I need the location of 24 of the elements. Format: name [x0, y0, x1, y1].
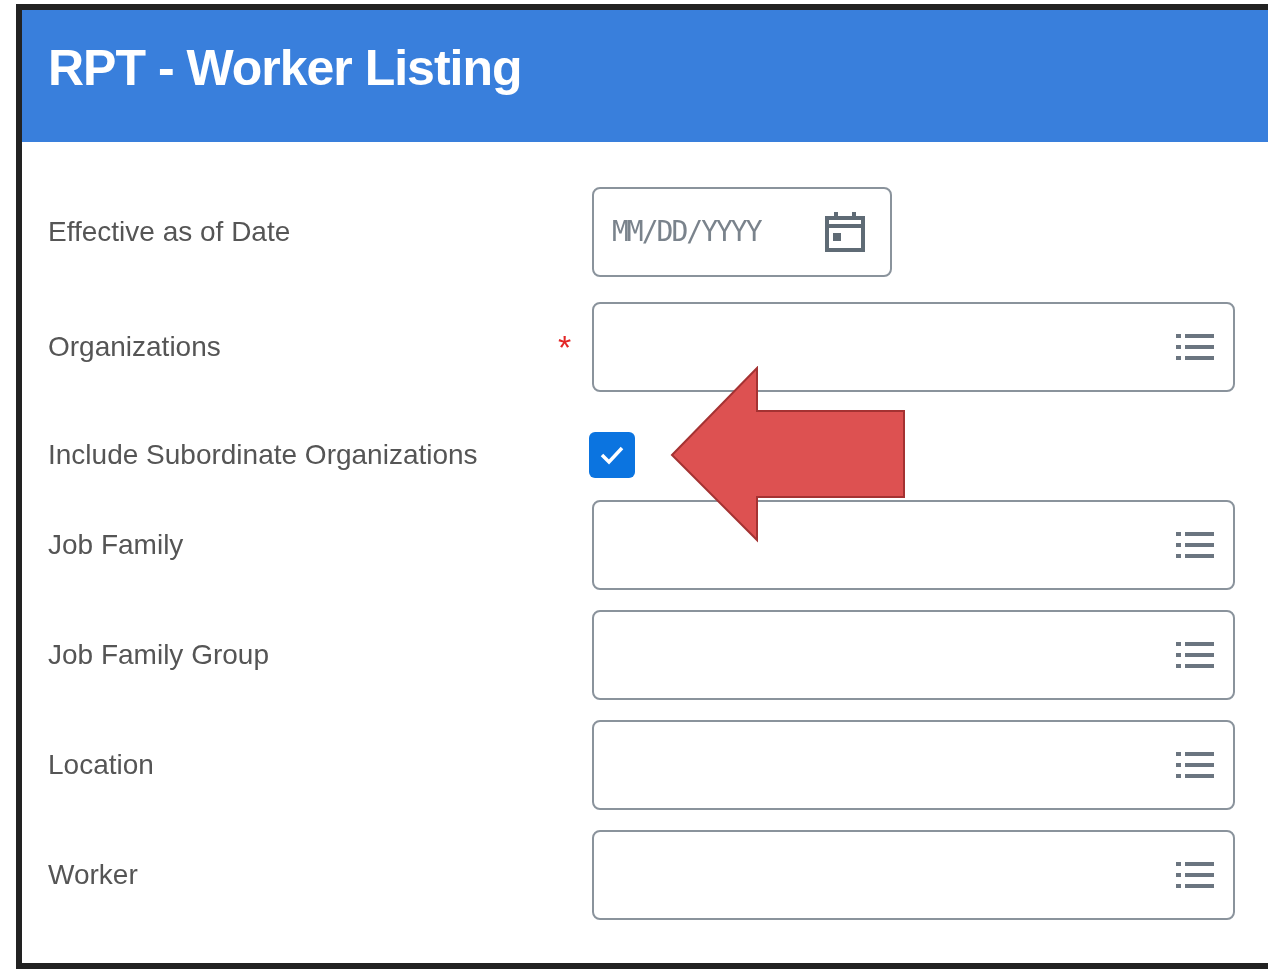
field-label: Job Family Group	[48, 638, 270, 672]
field-label: Location	[48, 748, 155, 782]
window-title: RPT - Worker Listing	[48, 38, 522, 98]
prompt-field[interactable]	[592, 720, 1235, 810]
field-label: Worker	[48, 858, 139, 892]
field-label: Include Subordinate Organizations	[48, 438, 479, 472]
list-icon[interactable]	[1175, 530, 1215, 560]
checkbox[interactable]	[589, 432, 635, 478]
check-icon	[600, 445, 624, 465]
date-input[interactable]: MM/DD/YYYY	[612, 211, 812, 253]
list-icon[interactable]	[1175, 860, 1215, 890]
prompt-field[interactable]	[592, 302, 1235, 392]
required-mark: *	[558, 330, 572, 364]
list-icon[interactable]	[1175, 640, 1215, 670]
date-field[interactable]: MM/DD/YYYY	[592, 187, 892, 277]
calendar-icon[interactable]	[824, 211, 866, 253]
list-icon[interactable]	[1175, 332, 1215, 362]
prompt-field[interactable]	[592, 500, 1235, 590]
prompt-field[interactable]	[592, 830, 1235, 920]
list-icon[interactable]	[1175, 750, 1215, 780]
field-label: Job Family	[48, 528, 185, 562]
field-label: Organizations	[48, 330, 222, 364]
prompt-field[interactable]	[592, 610, 1235, 700]
field-label: Effective as of Date	[48, 215, 292, 249]
